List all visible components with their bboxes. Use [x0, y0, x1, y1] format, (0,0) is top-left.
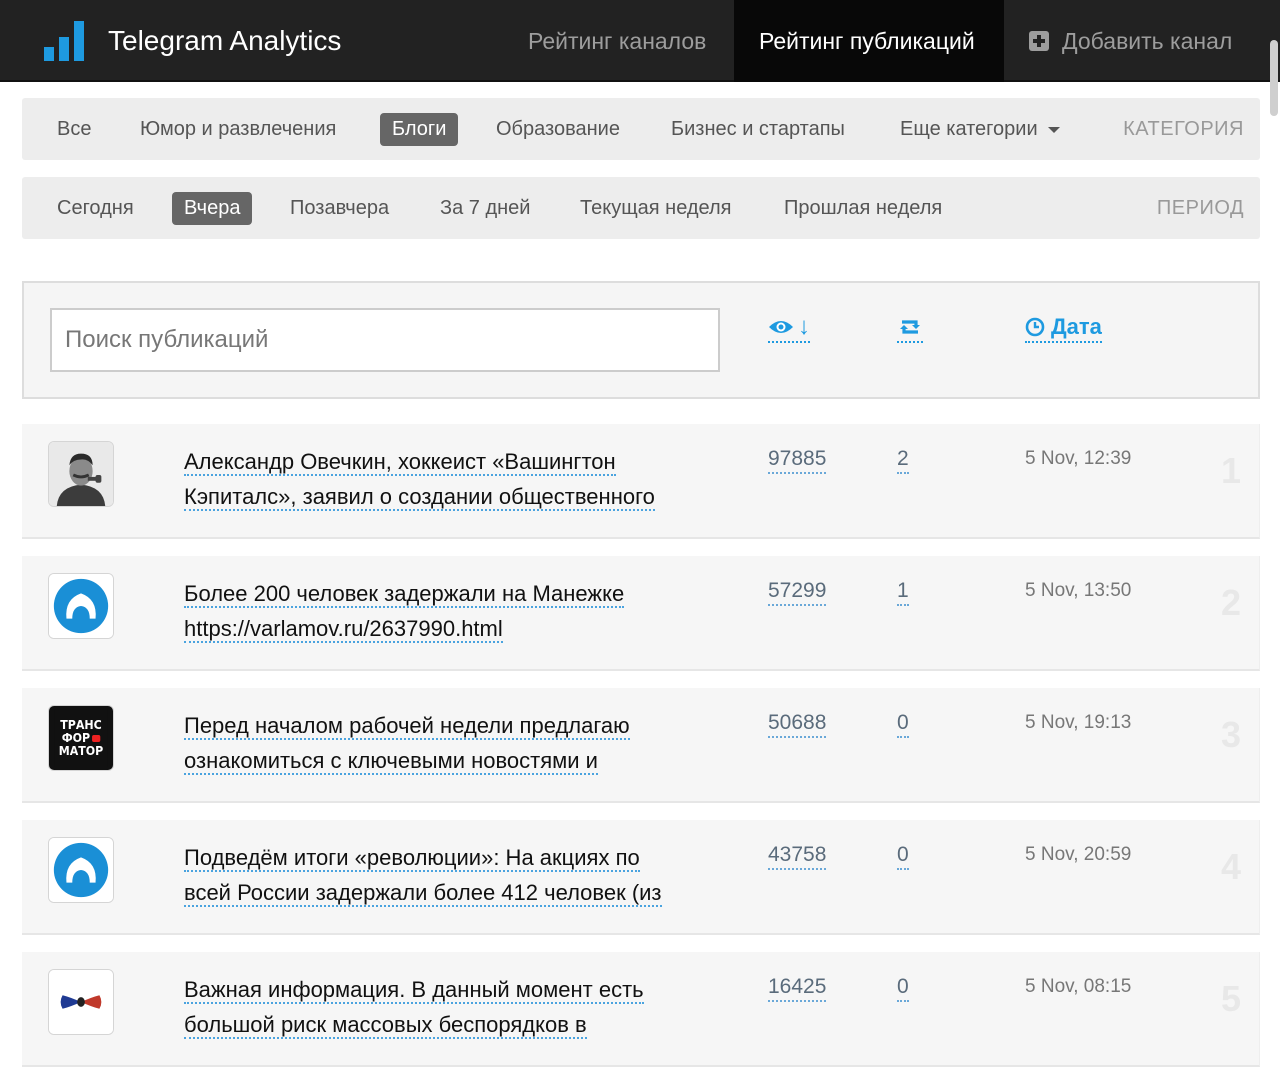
plus-square-icon	[1029, 31, 1049, 51]
period-current-week[interactable]: Текущая неделя	[568, 192, 744, 225]
bowtie-logo[interactable]	[48, 969, 114, 1035]
category-filter-bar: Все Юмор и развлечения Блоги Образование…	[22, 98, 1260, 160]
period-day-before[interactable]: Позавчера	[278, 192, 401, 225]
post-date: 5 Nov, 12:39	[1025, 448, 1132, 469]
search-panel: ↓ Дата	[22, 281, 1260, 399]
brand-title: Telegram Analytics	[108, 25, 342, 56]
nav-post-rating[interactable]: Рейтинг публикаций	[734, 0, 1004, 82]
post-views[interactable]: 43758	[768, 842, 827, 870]
post-views[interactable]: 97885	[768, 446, 827, 474]
post-row[interactable]: Подведём итоги «революции»: На акциях по…	[22, 820, 1260, 935]
sort-by-date[interactable]: Дата	[1025, 313, 1102, 343]
brand[interactable]: Telegram Analytics	[44, 0, 341, 82]
post-row[interactable]: ТРАНС ФОР МАТОР Перед началом рабочей не…	[22, 688, 1260, 803]
period-yesterday[interactable]: Вчера	[172, 192, 253, 225]
period-filter-bar: Сегодня Вчера Позавчера За 7 дней Текуща…	[22, 177, 1260, 239]
top-navbar: Telegram Analytics Рейтинг каналов Рейти…	[0, 0, 1280, 82]
post-rank: 1	[1220, 450, 1241, 491]
period-today[interactable]: Сегодня	[45, 192, 146, 225]
clock-icon	[1025, 317, 1045, 337]
post-rank: 3	[1220, 714, 1241, 755]
post-views[interactable]: 16425	[768, 974, 827, 1002]
period-last-week[interactable]: Прошлая неделя	[772, 192, 954, 225]
post-rank: 5	[1220, 978, 1241, 1019]
category-education[interactable]: Образование	[484, 113, 632, 146]
post-views[interactable]: 50688	[768, 710, 827, 738]
post-rank: 2	[1220, 582, 1241, 623]
blue-circle-avatar[interactable]	[48, 573, 114, 639]
post-date: 5 Nov, 20:59	[1025, 844, 1132, 865]
post-rank: 4	[1220, 846, 1241, 887]
eye-icon	[768, 318, 794, 336]
post-date: 5 Nov, 13:50	[1025, 580, 1132, 601]
post-shares[interactable]: 2	[897, 446, 909, 474]
post-title[interactable]: Перед началом рабочей недели предлагаю оз…	[184, 708, 724, 778]
category-all[interactable]: Все	[45, 113, 103, 146]
post-views[interactable]: 57299	[768, 578, 827, 606]
play-badge-icon	[91, 734, 101, 742]
category-more-dropdown[interactable]: Еще категории	[888, 113, 1072, 146]
post-row[interactable]: Более 200 человек задержали на Манежке ht…	[22, 556, 1260, 671]
post-title[interactable]: Подведём итоги «революции»: На акциях по…	[184, 840, 724, 910]
sort-desc-arrow-icon: ↓	[798, 313, 810, 340]
post-title[interactable]: Более 200 человек задержали на Манежке ht…	[184, 576, 724, 646]
blue-circle-avatar[interactable]	[48, 837, 114, 903]
post-shares[interactable]: 1	[897, 578, 909, 606]
post-row[interactable]: Александр Овечкин, хоккеист «Вашингтон Кэ…	[22, 424, 1260, 539]
caret-down-icon	[1047, 126, 1060, 133]
sort-by-views[interactable]: ↓	[768, 313, 810, 343]
category-humor[interactable]: Юмор и развлечения	[128, 113, 348, 146]
category-business[interactable]: Бизнес и стартапы	[659, 113, 857, 146]
bar-chart-logo-icon	[44, 21, 88, 61]
period-7-days[interactable]: За 7 дней	[428, 192, 542, 225]
search-input[interactable]	[50, 308, 720, 372]
post-shares[interactable]: 0	[897, 710, 909, 738]
nav-add-channel[interactable]: Добавить канал	[1004, 0, 1257, 82]
category-blogs[interactable]: Блоги	[380, 113, 459, 146]
post-date: 5 Nov, 08:15	[1025, 976, 1132, 997]
transformator-logo[interactable]: ТРАНС ФОР МАТОР	[48, 705, 114, 771]
portrait-avatar[interactable]	[48, 441, 114, 507]
post-title[interactable]: Важная информация. В данный момент есть б…	[184, 972, 724, 1042]
scrollbar-thumb[interactable]	[1270, 40, 1278, 116]
post-shares[interactable]: 0	[897, 974, 909, 1002]
nav-channel-rating[interactable]: Рейтинг каналов	[503, 0, 731, 82]
post-row[interactable]: Важная информация. В данный момент есть б…	[22, 952, 1260, 1067]
post-title[interactable]: Александр Овечкин, хоккеист «Вашингтон Кэ…	[184, 444, 724, 514]
post-shares[interactable]: 0	[897, 842, 909, 870]
retweet-icon	[897, 318, 923, 336]
post-date: 5 Nov, 19:13	[1025, 712, 1132, 733]
sort-by-shares[interactable]	[897, 313, 923, 343]
period-label: ПЕРИОД	[1156, 197, 1244, 219]
category-label: КАТЕГОРИЯ	[1123, 118, 1244, 140]
